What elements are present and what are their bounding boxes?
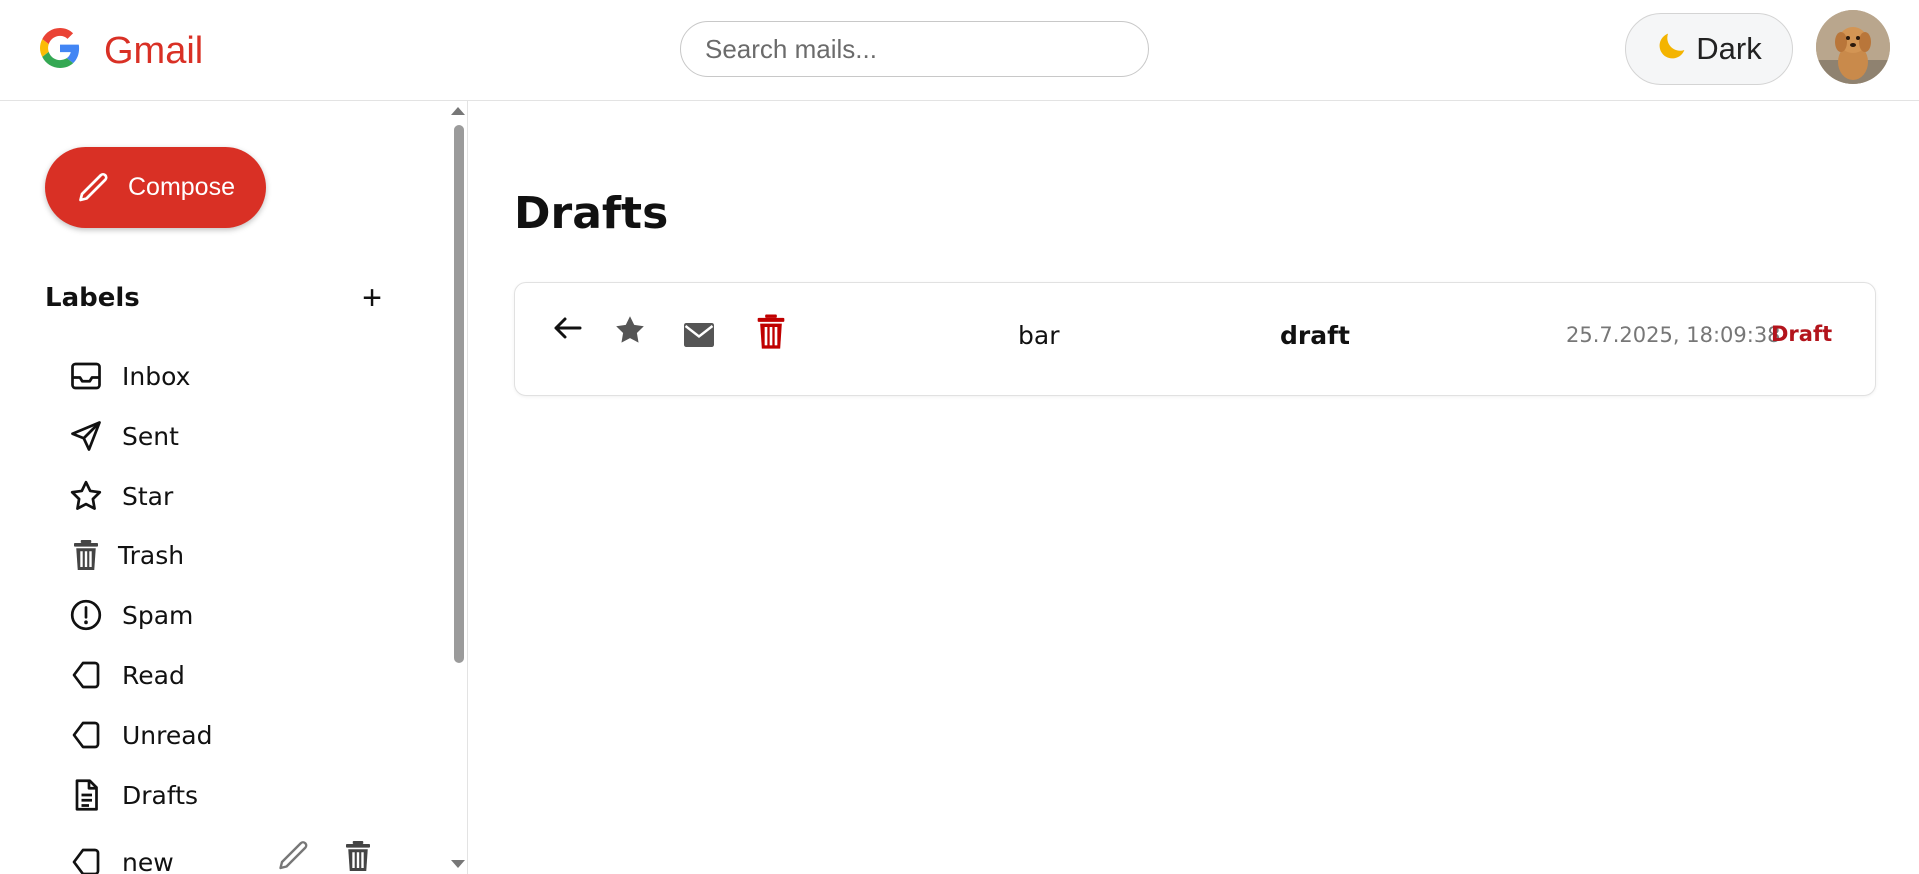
scroll-up-arrow[interactable] bbox=[451, 107, 465, 115]
gmail-logo[interactable]: Gmail bbox=[40, 28, 203, 72]
compose-button[interactable]: Compose bbox=[45, 147, 266, 228]
sidebar-item-label: Drafts bbox=[122, 780, 199, 810]
pencil-icon bbox=[79, 172, 108, 201]
envelope-icon bbox=[684, 323, 714, 347]
sidebar-item-new[interactable]: new bbox=[68, 840, 174, 874]
google-g-icon bbox=[40, 28, 80, 68]
add-label-button[interactable]: + bbox=[354, 281, 390, 315]
theme-toggle-label: Dark bbox=[1696, 31, 1762, 66]
puppy-photo bbox=[1816, 10, 1890, 84]
sidebar-item-label: Spam bbox=[122, 600, 194, 630]
labels-header: Labels + bbox=[45, 281, 390, 315]
mark-read-button[interactable] bbox=[681, 317, 717, 353]
theme-toggle-button[interactable]: Dark bbox=[1625, 13, 1793, 85]
sidebar-item-label: Star bbox=[122, 481, 174, 511]
send-icon bbox=[71, 421, 101, 451]
trash-icon bbox=[757, 314, 785, 349]
sidebar-item-inbox[interactable]: Inbox bbox=[68, 354, 190, 398]
alert-icon bbox=[70, 599, 102, 631]
sidebar-item-label: Unread bbox=[122, 720, 213, 750]
star-icon bbox=[70, 480, 102, 510]
mail-timestamp: 25.7.2025, 18:09:38 bbox=[1566, 323, 1781, 347]
app-name: Gmail bbox=[104, 30, 204, 72]
tag-icon bbox=[72, 661, 100, 689]
sidebar-item-label: Trash bbox=[118, 540, 185, 570]
edit-label-button[interactable] bbox=[276, 838, 312, 874]
top-bar: Gmail Dark bbox=[0, 0, 1919, 101]
sidebar-item-label: Read bbox=[122, 660, 185, 690]
compose-label: Compose bbox=[128, 173, 235, 201]
scroll-down-arrow[interactable] bbox=[451, 860, 465, 868]
labels-title: Labels bbox=[45, 283, 140, 313]
moon-icon bbox=[1656, 28, 1690, 70]
star-button[interactable] bbox=[612, 312, 648, 348]
tag-icon bbox=[72, 721, 100, 749]
avatar[interactable] bbox=[1816, 10, 1890, 84]
sidebar-item-drafts[interactable]: Drafts bbox=[68, 773, 198, 817]
draft-badge: Draft bbox=[1771, 322, 1833, 346]
inbox-icon bbox=[71, 362, 101, 390]
sidebar-item-star[interactable]: Star bbox=[68, 474, 173, 518]
back-button[interactable] bbox=[550, 310, 586, 346]
pencil-icon bbox=[279, 841, 308, 870]
sidebar-item-label: Inbox bbox=[122, 361, 191, 391]
sidebar-item-label: new bbox=[122, 847, 174, 874]
mail-row[interactable]: bar draft 25.7.2025, 18:09:38 Draft bbox=[514, 282, 1876, 396]
mail-sender: bar bbox=[1018, 321, 1060, 350]
delete-mail-button[interactable] bbox=[751, 312, 791, 352]
star-icon bbox=[616, 316, 644, 343]
trash-icon bbox=[346, 841, 370, 871]
search-input[interactable] bbox=[680, 21, 1149, 77]
sidebar: Compose Labels + Inbox Sent Star Trash S… bbox=[0, 101, 468, 874]
trash-icon bbox=[74, 540, 98, 570]
sidebar-item-read[interactable]: Read bbox=[68, 653, 185, 697]
mail-subject: draft bbox=[1280, 321, 1350, 350]
tag-icon bbox=[72, 848, 100, 874]
document-icon bbox=[75, 779, 98, 811]
page-title: Drafts bbox=[514, 188, 669, 239]
sidebar-item-spam[interactable]: Spam bbox=[68, 593, 193, 637]
label-actions bbox=[276, 838, 376, 874]
sidebar-scroll-thumb[interactable] bbox=[454, 125, 464, 663]
arrow-left-icon bbox=[554, 317, 582, 339]
delete-label-button[interactable] bbox=[340, 838, 376, 874]
sidebar-item-sent[interactable]: Sent bbox=[68, 414, 179, 458]
sidebar-item-unread[interactable]: Unread bbox=[68, 713, 212, 757]
sidebar-item-trash[interactable]: Trash bbox=[68, 533, 184, 577]
sidebar-item-label: Sent bbox=[122, 421, 179, 451]
